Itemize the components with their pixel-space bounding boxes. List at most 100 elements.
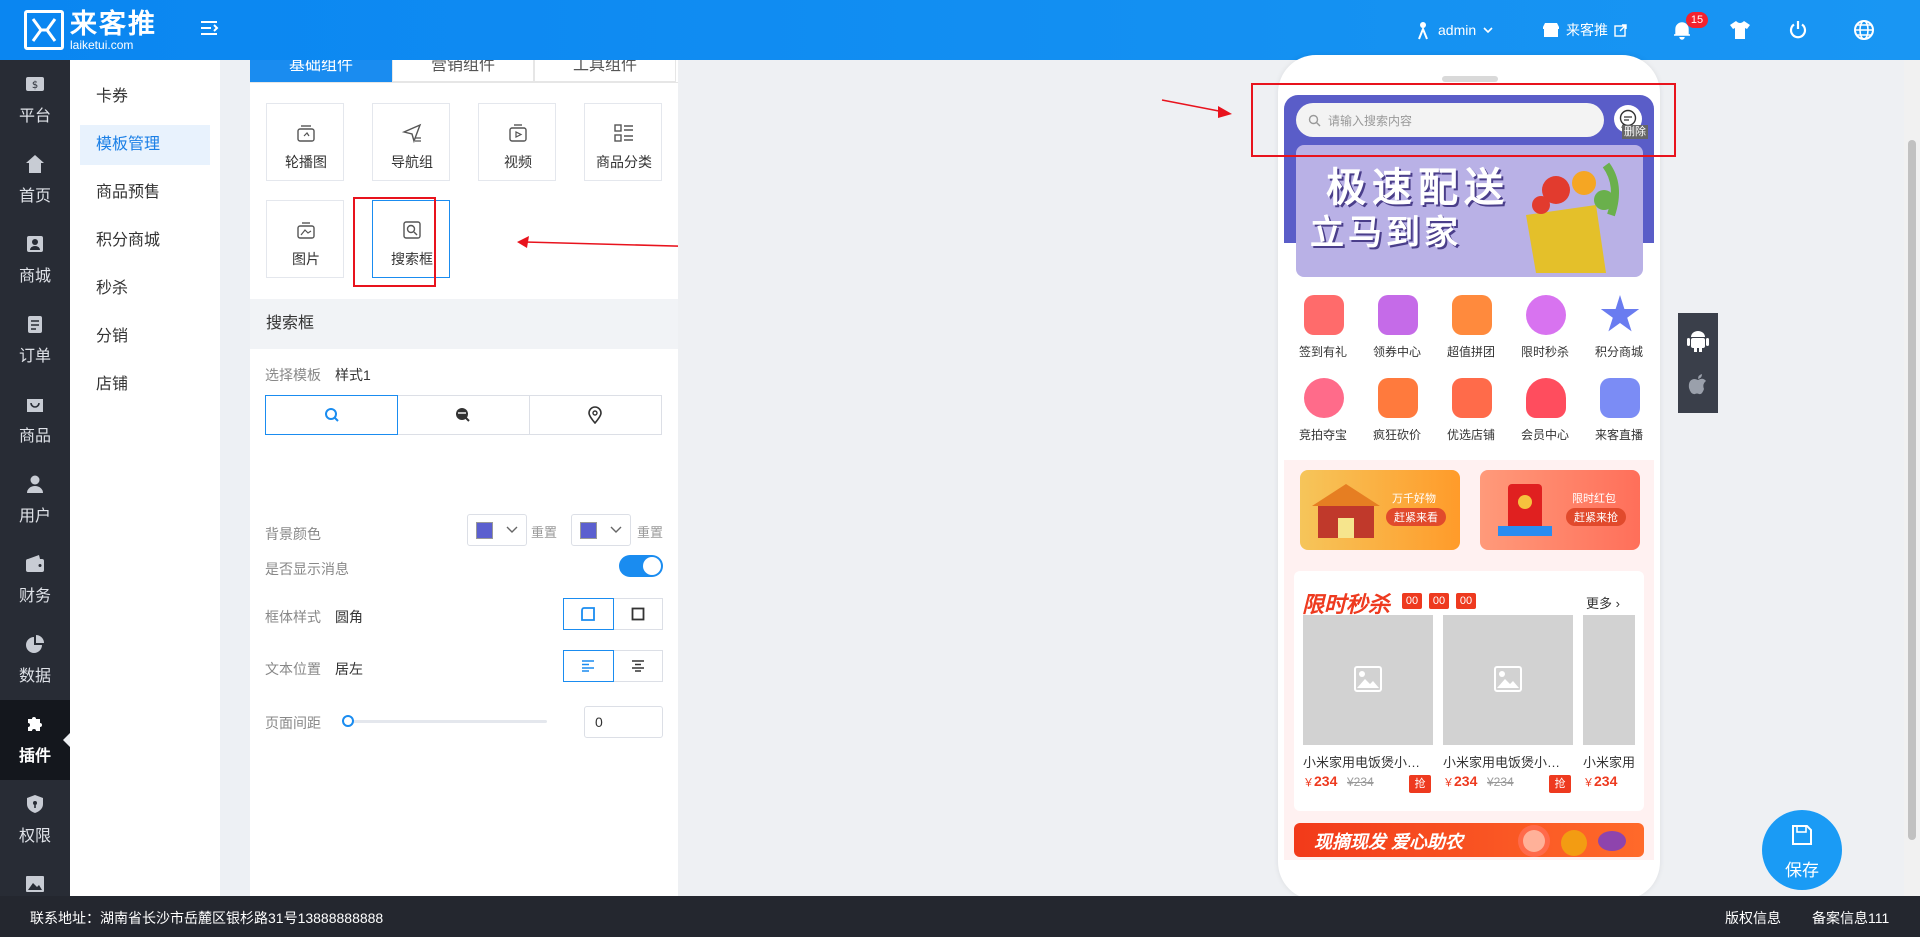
submenu-item-coupon[interactable]: 卡券 (80, 77, 210, 117)
buy-button[interactable]: 抢 (1409, 775, 1431, 793)
show-message-switch[interactable] (619, 555, 663, 577)
chevron-down-icon (506, 526, 518, 533)
card-button[interactable]: 赶紧来看 (1386, 508, 1446, 526)
product-card[interactable]: 小米家用电饭煲小米电饭锅 ￥234 ¥234 抢 (1303, 615, 1433, 805)
footer-icp-link[interactable]: 备案信息111 (1812, 908, 1889, 928)
logo[interactable]: 来客推 laiketui.com (24, 8, 214, 54)
nav-item-data[interactable]: 数据 (0, 620, 70, 700)
shortcut-featured-store[interactable]: 优选店铺 (1434, 378, 1508, 446)
submenu-item-seckill[interactable]: 秒杀 (80, 269, 210, 309)
language-button[interactable] (1853, 0, 1875, 60)
product-card[interactable]: 小米家用电饭煲 ￥234 (1583, 615, 1635, 805)
logout-button[interactable] (1788, 0, 1808, 60)
reset-color-1[interactable]: 重置 (531, 522, 557, 541)
page-scrollbar[interactable] (1904, 60, 1920, 896)
nav-item-permission[interactable]: 权限 (0, 780, 70, 860)
nav-label: 平台 (18, 108, 51, 125)
bg-color-picker-1[interactable] (467, 514, 527, 546)
nav-item-platform[interactable]: $ 平台 (0, 60, 70, 140)
bottom-promo-banner[interactable]: 现摘现发 爱心助农 (1294, 823, 1644, 857)
nav-item-home[interactable]: 首页 (0, 140, 70, 220)
user-name: admin (1438, 22, 1477, 38)
tab-marketing[interactable]: 营销组件 (392, 60, 534, 82)
shortcut-points-mall[interactable]: 积分商城 (1582, 295, 1654, 363)
style-option-1[interactable] (265, 395, 399, 435)
android-button[interactable] (1678, 319, 1718, 359)
ticket-icon (1378, 295, 1418, 335)
reset-color-2[interactable]: 重置 (637, 522, 663, 541)
frame-square-button[interactable] (614, 599, 663, 629)
slider-handle[interactable] (342, 715, 354, 727)
shortcut-coupon-center[interactable]: 领券中心 (1360, 295, 1434, 363)
flash-sale-more-link[interactable]: 更多 › (1586, 593, 1620, 612)
shortcut-label: 疯狂砍价 (1372, 428, 1421, 442)
align-center-button[interactable] (614, 651, 663, 681)
product-card[interactable]: 小米家用电饭煲小米电饭锅 ￥234 ¥234 抢 (1443, 615, 1573, 805)
shortcut-live[interactable]: 来客直播 (1582, 378, 1654, 446)
align-left-icon (582, 660, 595, 672)
promo-card-goods[interactable]: 万千好物 赶紧来看 (1300, 470, 1460, 550)
shortcut-sign-in[interactable]: 签到有礼 (1286, 295, 1360, 363)
ios-button[interactable] (1678, 365, 1718, 405)
tab-basic[interactable]: 基础组件 (250, 60, 392, 82)
promo-card-red-packet[interactable]: 限时红包 赶紧来抢 (1480, 470, 1640, 550)
save-button[interactable]: 保存 (1762, 810, 1842, 890)
submenu-item-store[interactable]: 店铺 (80, 365, 210, 405)
nav-item-plugin[interactable]: 插件 (0, 700, 71, 780)
submenu-item-points-mall[interactable]: 积分商城 (80, 221, 210, 261)
grocery-bag-illustration (1526, 162, 1619, 273)
shortcut-bargain[interactable]: 疯狂砍价 (1360, 378, 1434, 446)
promo-banner[interactable]: 极速配送 立马到家 (1296, 145, 1643, 277)
submenu-item-presale[interactable]: 商品预售 (80, 173, 210, 213)
external-link-icon (1614, 23, 1627, 37)
theme-button[interactable] (1729, 0, 1751, 60)
save-icon (1792, 825, 1812, 845)
nav-item-media[interactable] (0, 860, 70, 896)
submenu-item-distribution[interactable]: 分销 (80, 317, 210, 357)
scrollbar-thumb[interactable] (1908, 140, 1916, 840)
store-link[interactable]: 来客推 (1542, 0, 1627, 60)
bg-color-picker-2[interactable] (571, 514, 631, 546)
text-position-value: 居左 (335, 661, 363, 677)
user-menu[interactable]: admin (1414, 0, 1494, 60)
member-icon (1526, 378, 1566, 418)
page-margin-slider[interactable] (342, 715, 547, 727)
carousel-icon (297, 125, 315, 142)
nav-item-mall[interactable]: 商城 (0, 220, 70, 300)
notification-button[interactable]: 15 (1672, 0, 1712, 60)
nav-item-user[interactable]: 用户 (0, 460, 70, 540)
buy-button[interactable]: 抢 (1549, 775, 1571, 793)
card-button[interactable]: 赶紧来抢 (1566, 508, 1626, 526)
frame-rounded-button[interactable] (563, 598, 614, 630)
component-label: 商品分类 (596, 154, 652, 170)
shortcut-member-center[interactable]: 会员中心 (1508, 378, 1582, 446)
component-image[interactable]: 图片 (266, 200, 344, 278)
chevron-down-icon (610, 526, 622, 533)
wallet-icon (26, 555, 44, 572)
product-image-placeholder (1303, 615, 1433, 745)
more-label: 更多 (1586, 596, 1613, 611)
shortcut-flash-sale[interactable]: 限时秒杀 (1508, 295, 1582, 363)
store-icon (1543, 23, 1559, 37)
shortcut-label: 超值拼团 (1446, 345, 1495, 359)
component-video[interactable]: 视频 (478, 103, 556, 181)
component-nav-group[interactable]: 导航组 (372, 103, 450, 181)
nav-item-order[interactable]: 订单 (0, 300, 70, 380)
style-option-3[interactable] (530, 396, 661, 434)
menu-collapse-icon[interactable] (198, 17, 220, 39)
component-category[interactable]: 商品分类 (584, 103, 662, 181)
style-option-2[interactable] (397, 396, 530, 434)
tab-tools[interactable]: 工具组件 (534, 60, 676, 82)
shortcut-auction[interactable]: 竞拍夺宝 (1286, 378, 1360, 446)
submenu-item-template[interactable]: 模板管理 (80, 125, 210, 165)
component-carousel[interactable]: 轮播图 (266, 103, 344, 181)
page-margin-input[interactable]: 0 (584, 706, 663, 738)
align-left-button[interactable] (563, 650, 614, 682)
text-position-selector (563, 650, 663, 682)
footer-copyright-link[interactable]: 版权信息 (1725, 908, 1781, 928)
shortcut-group-buy[interactable]: 超值拼团 (1434, 295, 1508, 363)
nav-item-goods[interactable]: 商品 (0, 380, 70, 460)
nav-item-finance[interactable]: 财务 (0, 540, 70, 620)
logo-text: 来客推 (70, 9, 157, 39)
bottom-banner-text: 现摘现发 爱心助农 (1314, 832, 1464, 852)
